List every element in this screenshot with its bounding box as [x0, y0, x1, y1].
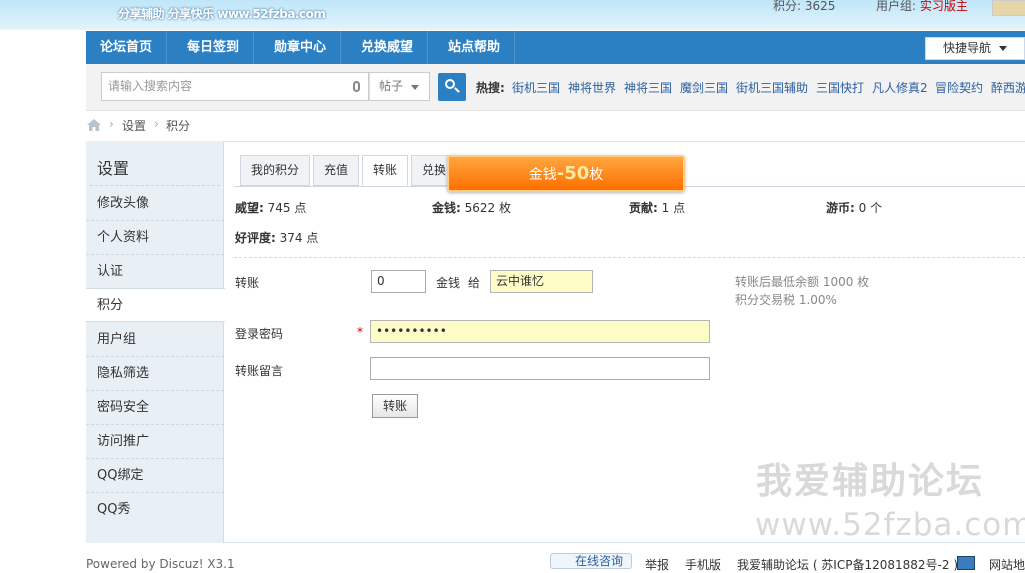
breadcrumb-separator: ›	[109, 117, 114, 131]
hot-search-item[interactable]: 醉西游	[991, 79, 1025, 96]
quick-nav-label: 快捷导航	[942, 41, 991, 55]
chevron-down-icon	[411, 85, 419, 90]
chevron-down-icon	[999, 46, 1007, 51]
hot-search-item[interactable]: 街机三国辅助	[736, 79, 808, 96]
message-label: 转账留言	[235, 364, 284, 378]
usergroup-label: 用户组:	[876, 0, 920, 13]
stat-weiwang: 威望: 745 点	[235, 201, 307, 215]
usergroup-info[interactable]: 用户组: 实习版主	[876, 0, 968, 14]
hot-search-label: 热搜:	[476, 81, 505, 95]
search-button[interactable]	[438, 73, 466, 101]
min-balance-hint: 转账后最低余额 1000 枚	[735, 275, 870, 289]
search-input[interactable]: 请输入搜索内容	[101, 72, 369, 101]
sidebar-item-points[interactable]: 积分	[86, 288, 225, 322]
stat-youbi: 游币: 0 个	[826, 201, 883, 215]
sidebar-item-verify[interactable]: 认证	[86, 255, 224, 289]
search-type-value: 帖子	[379, 79, 404, 93]
footer-link-icp[interactable]: 我爱辅助论坛 ( 苏ICP备12081882号-2 )	[737, 556, 958, 573]
hot-search-item[interactable]: 冒险契约	[935, 79, 983, 96]
sidebar-item-qq-bind[interactable]: QQ绑定	[86, 459, 224, 493]
nav-item-help[interactable]: 站点帮助	[434, 31, 516, 64]
footer-link-report[interactable]: 举报	[645, 556, 669, 573]
quick-nav-button[interactable]: 快捷导航	[925, 37, 1025, 60]
breadcrumb-separator: ›	[154, 117, 159, 131]
main-nav: 论坛首页 每日签到 勋章中心 兑换威望 站点帮助	[86, 31, 1025, 65]
hot-search-item[interactable]: 魔剑三国	[680, 79, 728, 96]
avatar[interactable]	[992, 0, 1025, 16]
nav-item-home[interactable]: 论坛首页	[86, 31, 168, 64]
amount-input[interactable]: 0	[371, 270, 426, 293]
sidebar-item-qq-show[interactable]: QQ秀	[86, 493, 224, 527]
hot-search-item[interactable]: 神将三国	[624, 79, 672, 96]
sidebar-item-avatar[interactable]: 修改头像	[86, 187, 224, 221]
transfer-label: 转账	[235, 276, 260, 290]
tax-hint: 积分交易税 1.00%	[735, 293, 837, 307]
footer-link-mobile[interactable]: 手机版	[685, 556, 721, 573]
nav-item-exchange[interactable]: 兑换威望	[347, 31, 429, 64]
security-badge-icon[interactable]	[957, 556, 975, 570]
required-mark: *	[357, 325, 363, 339]
sidebar-item-profile[interactable]: 个人资料	[86, 221, 224, 255]
powered-by: Powered by Discuz! X3.1	[86, 557, 235, 571]
breadcrumb-settings[interactable]: 设置	[122, 117, 146, 134]
site-slogan: 分享辅助 分享快乐 www.52fzba.com	[118, 7, 326, 21]
message-input[interactable]	[370, 357, 710, 380]
points-info[interactable]: 积分: 3625	[773, 0, 835, 14]
online-consult-button[interactable]: 在线咨询	[550, 553, 632, 569]
nav-item-medals[interactable]: 勋章中心	[260, 31, 342, 64]
give-label: 给	[468, 276, 481, 290]
password-field[interactable]: ••••••••••	[370, 320, 710, 343]
recipient-input[interactable]: 云中谁忆	[490, 270, 593, 293]
home-icon[interactable]	[87, 119, 101, 131]
sidebar-item-privacy[interactable]: 隐私筛选	[86, 357, 224, 391]
hot-search-item[interactable]: 凡人修真2	[872, 79, 928, 96]
sidebar-item-usergroup[interactable]: 用户组	[86, 323, 224, 357]
tab-my-points[interactable]: 我的积分	[240, 155, 311, 186]
stat-rating: 好评度: 374 点	[235, 231, 319, 245]
watermark-url: www.52fzba.com	[755, 507, 1025, 543]
tab-transfer[interactable]: 转账	[362, 155, 409, 186]
sidebar-title: 设置	[97, 159, 130, 178]
tab-recharge[interactable]: 充值	[313, 155, 360, 186]
transfer-submit-button[interactable]: 转账	[372, 394, 418, 418]
hot-search-item[interactable]: 三国快打	[816, 79, 864, 96]
search-type-select[interactable]: 帖子	[369, 72, 430, 101]
usergroup-value: 实习版主	[919, 0, 968, 13]
sidebar-item-promotion[interactable]: 访问推广	[86, 425, 224, 459]
hot-search-item[interactable]: 神将世界	[568, 79, 616, 96]
password-label: 登录密码	[235, 327, 284, 341]
footer-link-sitemap[interactable]: 网站地	[989, 556, 1025, 573]
sidebar-item-password[interactable]: 密码安全	[86, 391, 224, 425]
breadcrumb-points: 积分	[166, 119, 191, 133]
money-unit-label: 金钱	[436, 276, 461, 290]
money-change-toast: 金钱-50枚	[447, 155, 685, 192]
microphone-icon[interactable]	[353, 81, 360, 92]
nav-item-checkin[interactable]: 每日签到	[173, 31, 255, 64]
stat-contribution: 贡献: 1 点	[629, 201, 686, 215]
hot-search-item[interactable]: 街机三国	[512, 79, 560, 96]
stat-money: 金钱: 5622 枚	[432, 201, 511, 215]
watermark-title: 我爱辅助论坛	[756, 461, 985, 502]
